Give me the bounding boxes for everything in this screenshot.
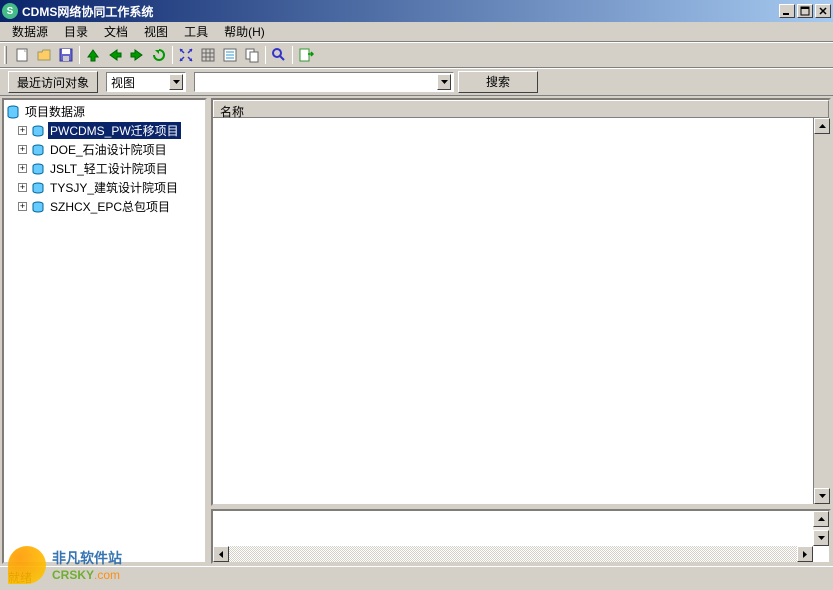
content-area: 名称 (211, 98, 831, 564)
tree-item[interactable]: + PWCDMS_PW迁移项目 (6, 121, 203, 140)
tree-item-label: DOE_石油设计院项目 (48, 141, 169, 158)
statusbar: 就绪 (0, 566, 833, 588)
menu-view[interactable]: 视图 (136, 21, 176, 42)
tree-item[interactable]: + SZHCX_EPC总包项目 (6, 197, 203, 216)
project-tree: 项目数据源 + PWCDMS_PW迁移项目 + DOE_石油设计院项目 + JS… (4, 100, 205, 218)
search-combo[interactable] (194, 72, 454, 92)
save-icon[interactable] (55, 44, 77, 66)
expand-icon[interactable]: + (18, 183, 27, 192)
window-buttons (779, 4, 831, 18)
properties-icon[interactable] (219, 44, 241, 66)
menu-help[interactable]: 帮助(H) (216, 21, 273, 42)
menu-directory[interactable]: 目录 (56, 21, 96, 42)
menubar: 数据源 目录 文档 视图 工具 帮助(H) (0, 22, 833, 42)
new-icon[interactable] (11, 44, 33, 66)
detail-panel[interactable] (211, 509, 831, 564)
project-icon (31, 200, 45, 214)
toolbar-separator (79, 46, 80, 64)
close-button[interactable] (815, 4, 831, 18)
scroll-right-icon[interactable] (797, 546, 813, 562)
tree-item-label: PWCDMS_PW迁移项目 (48, 122, 181, 139)
expand-icon[interactable]: + (18, 145, 27, 154)
list-panel[interactable]: 名称 (211, 98, 831, 506)
scroll-track[interactable] (229, 546, 797, 562)
open-icon[interactable] (33, 44, 55, 66)
scroll-up-icon[interactable] (814, 118, 830, 134)
toolbar-separator (292, 46, 293, 64)
scroll-down-icon[interactable] (813, 530, 829, 546)
project-icon (31, 181, 45, 195)
expand-icon[interactable] (175, 44, 197, 66)
expand-icon[interactable]: + (18, 164, 27, 173)
expand-icon[interactable]: + (18, 126, 27, 135)
column-header-name[interactable]: 名称 (213, 100, 829, 117)
up-icon[interactable] (82, 44, 104, 66)
tree-item-label: TYSJY_建筑设计院项目 (48, 179, 180, 196)
menu-tools[interactable]: 工具 (176, 21, 216, 42)
titlebar: CDMS网络协同工作系统 (0, 0, 833, 22)
grid-icon[interactable] (197, 44, 219, 66)
tree-item-label: JSLT_轻工设计院项目 (48, 160, 170, 177)
maximize-button[interactable] (797, 4, 813, 18)
tree-root[interactable]: 项目数据源 (6, 102, 203, 121)
toolbar-search: 最近访问对象 视图 搜索 (0, 68, 833, 96)
chevron-down-icon (437, 74, 451, 90)
scroll-down-icon[interactable] (814, 488, 830, 504)
view-combo[interactable]: 视图 (106, 72, 186, 92)
search-icon[interactable] (268, 44, 290, 66)
toolbar-main (0, 42, 833, 68)
app-icon (2, 3, 18, 19)
project-icon (31, 143, 45, 157)
minimize-button[interactable] (779, 4, 795, 18)
view-combo-label: 视图 (111, 74, 169, 91)
recent-objects-button[interactable]: 最近访问对象 (8, 71, 98, 93)
back-icon[interactable] (104, 44, 126, 66)
tree-root-label: 项目数据源 (23, 103, 87, 120)
status-text: 就绪 (4, 569, 36, 586)
expand-icon[interactable]: + (18, 202, 27, 211)
recent-objects-label: 最近访问对象 (17, 74, 89, 91)
database-icon (6, 105, 20, 119)
vertical-scrollbar[interactable] (813, 118, 829, 504)
tree-panel[interactable]: 项目数据源 + PWCDMS_PW迁移项目 + DOE_石油设计院项目 + JS… (2, 98, 207, 564)
project-icon (31, 124, 45, 138)
vertical-scrollbar[interactable] (813, 511, 829, 546)
toolbar-separator (172, 46, 173, 64)
toolbar-grip (4, 46, 7, 64)
menu-document[interactable]: 文档 (96, 21, 136, 42)
tree-item[interactable]: + JSLT_轻工设计院项目 (6, 159, 203, 178)
window-title: CDMS网络协同工作系统 (22, 3, 779, 20)
project-icon (31, 162, 45, 176)
forward-icon[interactable] (126, 44, 148, 66)
search-button[interactable]: 搜索 (458, 71, 538, 93)
scroll-left-icon[interactable] (213, 546, 229, 562)
list-header: 名称 (213, 100, 829, 118)
chevron-down-icon (169, 74, 183, 90)
menu-data-source[interactable]: 数据源 (4, 21, 56, 42)
horizontal-scrollbar[interactable] (213, 546, 813, 562)
tree-item[interactable]: + TYSJY_建筑设计院项目 (6, 178, 203, 197)
tree-item-label: SZHCX_EPC总包项目 (48, 198, 172, 215)
scroll-up-icon[interactable] (813, 511, 829, 527)
export-icon[interactable] (295, 44, 317, 66)
main-area: 项目数据源 + PWCDMS_PW迁移项目 + DOE_石油设计院项目 + JS… (0, 96, 833, 566)
tree-item[interactable]: + DOE_石油设计院项目 (6, 140, 203, 159)
copy-icon[interactable] (241, 44, 263, 66)
refresh-icon[interactable] (148, 44, 170, 66)
toolbar-separator (265, 46, 266, 64)
